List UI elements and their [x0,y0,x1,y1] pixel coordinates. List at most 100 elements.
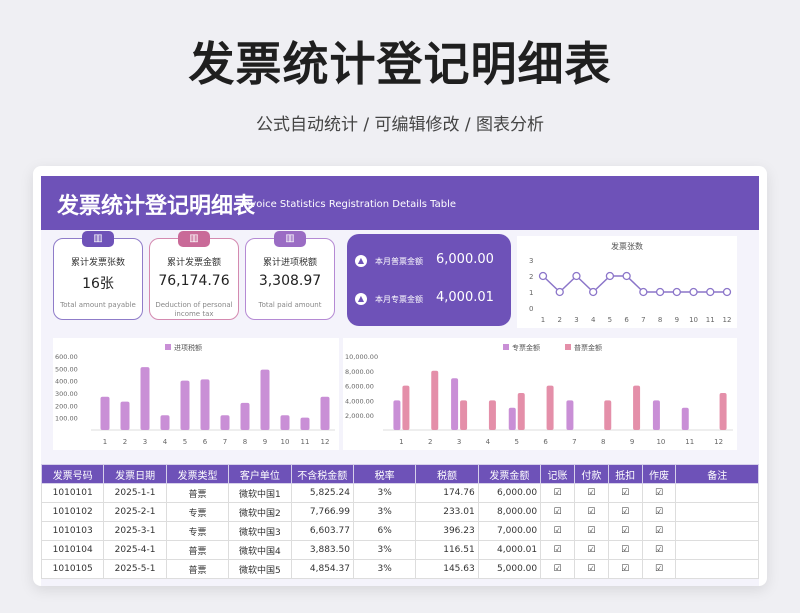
table-checkbox-cell[interactable]: ☑ [573,559,609,579]
data-point [555,287,564,297]
y-tick-label: 0 [529,305,533,313]
legend-label: 普票金额 [574,343,602,352]
x-tick-label: 2 [428,438,432,446]
table-checkbox-cell[interactable]: ☑ [607,559,643,579]
x-tick-label: 7 [223,438,227,446]
x-tick-label: 3 [143,438,147,446]
table-checkbox-cell[interactable]: ☑ [540,559,575,579]
spreadsheet-preview: 发票统计登记明细表 Invoice Statistics Registratio… [33,166,767,586]
data-point [538,271,548,281]
bar [393,400,401,430]
legend-swatch [565,344,571,350]
table-cell: 普票 [165,540,230,560]
y-tick-label: 500.00 [55,365,78,373]
stat-card-value: 76,174.76 [158,273,230,289]
x-tick-label: 12 [723,316,732,324]
table-checkbox-cell[interactable]: ☑ [540,521,575,541]
table-cell: 8,000.00 [477,502,542,522]
table-header-cell: 税率 [352,464,417,484]
table-header-cell: 作废 [641,464,677,484]
bar [200,379,210,430]
x-tick-label: 3 [574,316,578,324]
x-tick-label: 8 [601,438,605,446]
table-cell: 145.63 [415,559,479,579]
x-tick-label: 11 [301,438,310,446]
data-point [605,271,615,281]
y-tick-label: 6,000.00 [345,383,374,391]
chart-icon: ▥ [178,231,210,247]
table-checkbox-cell[interactable]: ☑ [573,483,609,503]
table-checkbox-cell[interactable]: ☑ [573,521,609,541]
bar [320,396,330,430]
table-row: 1010104 2025-4-1 普票 微软中国4 3,883.50 3% 116.51 4,… [40,540,759,560]
stat-card-value: 16张 [82,276,114,292]
x-tick-label: 9 [630,438,634,446]
y-tick-label: 400.00 [55,378,78,386]
table-header-cell: 不含税金额 [290,464,354,484]
bar [120,401,130,430]
table-checkbox-cell[interactable]: ☑ [607,521,643,541]
table-cell: 3% [352,559,417,579]
x-tick-label: 6 [203,438,208,446]
table-cell: 2025-3-1 [103,521,167,541]
table-row: 1010101 2025-1-1 普票 微软中国1 5,825.24 3% 174.76 6,… [40,483,759,503]
bar [280,415,290,430]
month-special-label: 本月专票金额 [375,295,423,304]
table-checkbox-cell[interactable]: ☑ [540,483,575,503]
invoice-table: 发票号码 发票日期 发票类型 客户单位 不含税金额 税率 税额 发票金额 记账 付款 抵扣 作废 备注 … [40,464,759,579]
table-checkbox-cell[interactable]: ☑ [607,540,643,560]
stat-card-title: 累计发票张数 [70,258,125,268]
x-tick-label: 10 [656,438,665,446]
table-checkbox-cell[interactable]: ☑ [607,483,643,503]
poster-subtitle: 公式自动统计 / 可编辑修改 / 图表分析 [255,115,545,135]
table-checkbox-cell[interactable]: ☑ [641,502,677,522]
table-cell: 5,825.24 [290,483,354,503]
x-tick-label: 5 [183,438,187,446]
table-cell: 3,883.50 [290,540,354,560]
table-checkbox-cell[interactable]: ☑ [641,521,677,541]
y-tick-label: 200.00 [55,402,78,410]
bar [488,400,496,430]
invoice-count-chart-panel: 发票张数 0 1 2 3 1 2 3 4 5 6 7 8 9 10 11 12 [517,236,737,328]
table-cell: 1010104 [40,540,105,560]
table-header-cell: 发票类型 [165,464,230,484]
table-cell: 1010103 [40,521,105,541]
invoice-amount-bar-chart: 专票金额 普票金额 2,000.00 4,000.00 6,000.00 8,000.00… [345,343,733,446]
table-cell: 2025-2-1 [103,502,167,522]
table-cell: 普票 [165,483,230,503]
bar [160,415,170,430]
table-checkbox-cell[interactable]: ☑ [573,540,609,560]
bar [100,396,110,430]
x-tick-label: 6 [624,316,629,324]
table-checkbox-cell[interactable]: ☑ [641,559,677,579]
table-cell [675,559,759,579]
table-cell: 1010105 [40,559,105,579]
bar [566,400,574,430]
table-checkbox-cell[interactable]: ☑ [641,483,677,503]
table-checkbox-cell[interactable]: ☑ [540,540,575,560]
table-checkbox-cell[interactable]: ☑ [573,502,609,522]
chart-title: 发票张数 [611,241,643,251]
x-tick-label: 4 [163,438,168,446]
table-header-cell: 发票日期 [103,464,167,484]
poster-title: 发票统计登记明细表 [188,37,612,91]
chart-icon: ▲ [355,255,367,267]
y-tick-label: 3 [529,257,533,265]
table-checkbox-cell[interactable]: ☑ [540,502,575,522]
table-row: 1010105 2025-5-1 普票 微软中国5 4,854.37 3% 145.63 5,… [40,559,759,579]
data-point [672,287,681,297]
x-tick-label: 1 [541,316,545,324]
table-checkbox-cell[interactable]: ☑ [607,502,643,522]
x-tick-label: 10 [281,438,290,446]
stat-card-subtitle: Total amount payable [60,301,136,309]
table-checkbox-cell[interactable]: ☑ [641,540,677,560]
x-tick-label: 7 [641,316,645,324]
x-tick-label: 3 [457,438,461,446]
data-point [706,287,715,297]
bar [546,385,554,430]
stat-card-value: 3,308.97 [258,273,322,289]
table-header-cell: 税额 [415,464,479,484]
x-tick-label: 4 [591,316,596,324]
bar [180,380,190,430]
table-cell [675,483,759,503]
